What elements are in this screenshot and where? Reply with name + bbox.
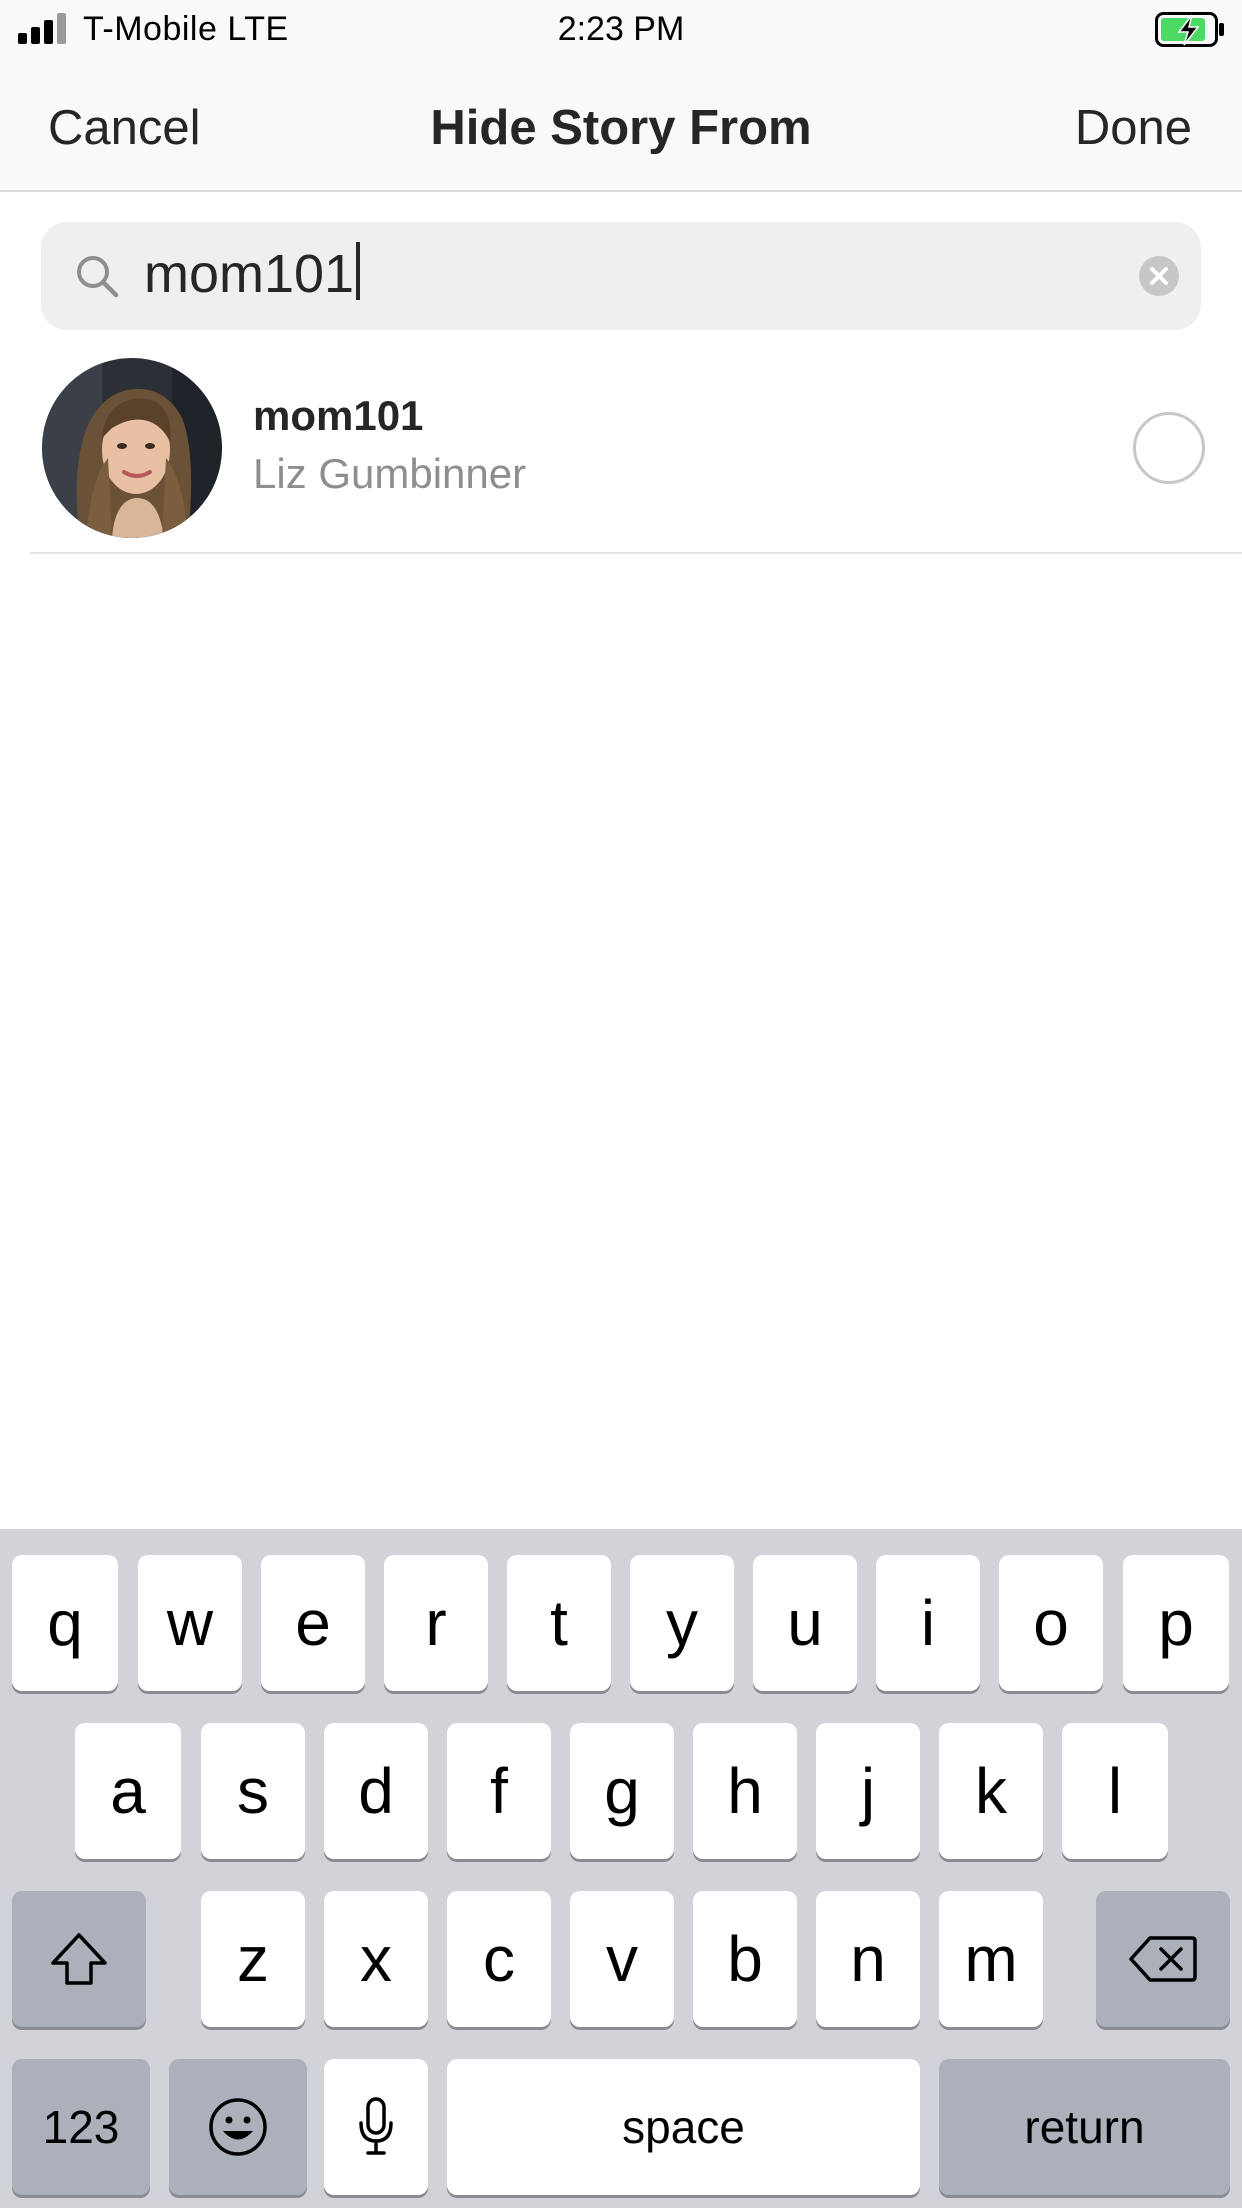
keyboard: q w e r t y u i o p a s d f g h j k l z … — [0, 1529, 1242, 2208]
key-k[interactable]: k — [939, 1723, 1043, 1859]
emoji-key[interactable] — [169, 2059, 307, 2195]
clear-search-icon[interactable] — [1139, 256, 1179, 296]
key-b[interactable]: b — [693, 1891, 797, 2027]
status-bar: T-Mobile LTE 2:23 PM — [0, 0, 1242, 60]
status-time: 2:23 PM — [557, 10, 685, 48]
delete-key[interactable] — [1096, 1891, 1230, 2027]
key-a[interactable]: a — [75, 1723, 181, 1859]
emoji-icon — [209, 2098, 267, 2156]
key-u[interactable]: u — [753, 1555, 857, 1691]
list-item[interactable]: mom101 Liz Gumbinner — [30, 350, 1242, 554]
key-x[interactable]: x — [324, 1891, 428, 2027]
key-l[interactable]: l — [1062, 1723, 1168, 1859]
return-key[interactable]: return — [939, 2059, 1230, 2195]
key-c[interactable]: c — [447, 1891, 551, 2027]
text-caret — [356, 242, 361, 300]
key-w[interactable]: w — [138, 1555, 242, 1691]
key-f[interactable]: f — [447, 1723, 551, 1859]
key-q[interactable]: q — [12, 1555, 118, 1691]
key-e[interactable]: e — [261, 1555, 365, 1691]
select-radio-button[interactable] — [1133, 412, 1205, 484]
backspace-icon — [1129, 1936, 1197, 1982]
avatar — [42, 358, 222, 538]
battery-charging-icon — [1155, 12, 1225, 48]
search-query[interactable]: mom101 — [144, 242, 361, 305]
shift-icon — [51, 1933, 107, 1985]
search-query-text: mom101 — [144, 244, 355, 304]
space-key[interactable]: space — [447, 2059, 920, 2195]
key-o[interactable]: o — [999, 1555, 1103, 1691]
key-g[interactable]: g — [570, 1723, 674, 1859]
key-n[interactable]: n — [816, 1891, 920, 2027]
key-y[interactable]: y — [630, 1555, 734, 1691]
key-z[interactable]: z — [201, 1891, 305, 2027]
search-input[interactable]: mom101 — [41, 222, 1201, 330]
key-j[interactable]: j — [816, 1723, 920, 1859]
result-username: mom101 — [253, 392, 424, 439]
shift-key[interactable] — [12, 1891, 146, 2027]
key-i[interactable]: i — [876, 1555, 980, 1691]
key-m[interactable]: m — [939, 1891, 1043, 2027]
key-p[interactable]: p — [1123, 1555, 1229, 1691]
done-button[interactable]: Done — [1075, 100, 1192, 156]
key-r[interactable]: r — [384, 1555, 488, 1691]
key-h[interactable]: h — [693, 1723, 797, 1859]
key-v[interactable]: v — [570, 1891, 674, 2027]
key-s[interactable]: s — [201, 1723, 305, 1859]
search-icon — [73, 252, 121, 300]
numbers-key[interactable]: 123 — [12, 2059, 150, 2195]
navigation-bar: Cancel Hide Story From Done — [0, 60, 1242, 192]
key-d[interactable]: d — [324, 1723, 428, 1859]
microphone-icon — [359, 2097, 393, 2155]
page-title: Hide Story From — [430, 101, 812, 155]
key-t[interactable]: t — [507, 1555, 611, 1691]
result-full-name: Liz Gumbinner — [253, 450, 527, 497]
dictation-key[interactable] — [324, 2059, 428, 2195]
